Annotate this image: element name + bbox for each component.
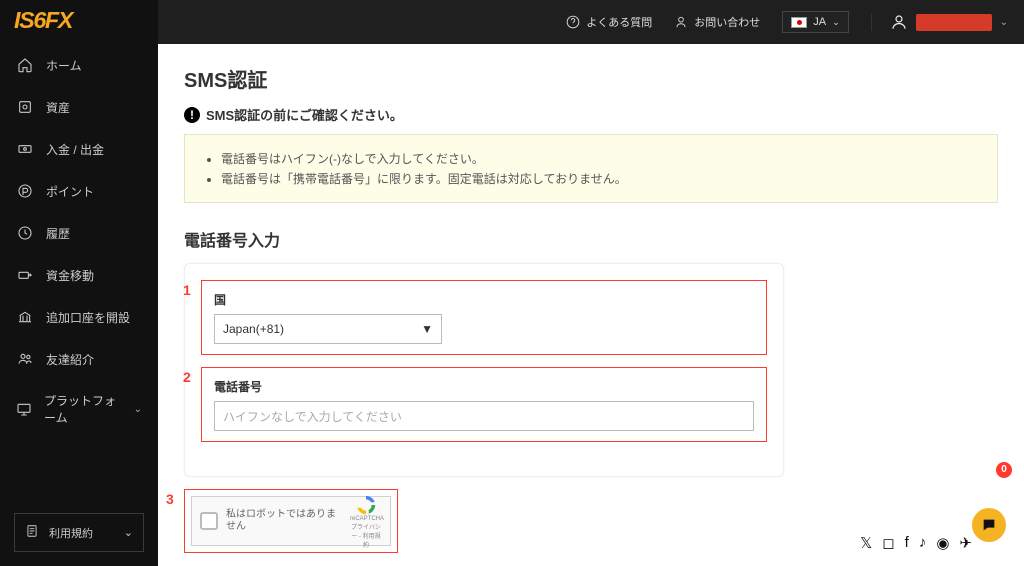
captcha-checkbox[interactable] bbox=[200, 512, 218, 530]
faq-label: よくある質問 bbox=[586, 14, 652, 30]
people-icon bbox=[16, 350, 34, 368]
user-menu[interactable]: ⌄ bbox=[871, 13, 1008, 31]
captcha-brand: reCAPTCHA bbox=[350, 516, 382, 522]
page-title: SMS認証 bbox=[184, 64, 998, 93]
svg-text:IS6FX: IS6FX bbox=[14, 8, 75, 33]
confirm-alert: ! SMS認証の前にご確認ください。 bbox=[184, 105, 998, 124]
phone-input[interactable]: ハイフンなしで入力してください bbox=[214, 401, 754, 431]
user-name-redacted bbox=[916, 14, 992, 31]
japan-flag-icon bbox=[791, 17, 807, 28]
tiktok-icon[interactable]: ♪ bbox=[919, 534, 927, 552]
main-content: SMS認証 ! SMS認証の前にご確認ください。 電話番号はハイフン(-)なしで… bbox=[158, 44, 1024, 566]
chat-icon bbox=[981, 517, 997, 533]
social-links: 𝕏 ◻ f ♪ ◉ ✈ bbox=[860, 534, 972, 552]
alert-text: SMS認証の前にご確認ください。 bbox=[206, 105, 403, 124]
nav-label: 資産 bbox=[46, 99, 70, 116]
contact-label: お問い合わせ bbox=[694, 14, 760, 30]
nav-home[interactable]: ホーム bbox=[0, 44, 158, 86]
money-icon bbox=[16, 140, 34, 158]
notice-item: 電話番号は「携帯電話番号」に限ります。固定電話は対応しておりません。 bbox=[221, 170, 981, 187]
facebook-icon[interactable]: f bbox=[905, 534, 909, 552]
step-number-2: 2 bbox=[183, 369, 191, 385]
nav-label: ホーム bbox=[46, 57, 82, 74]
nav-label: 利用規約 bbox=[49, 525, 93, 541]
nav-points[interactable]: ポイント bbox=[0, 170, 158, 212]
home-icon bbox=[16, 56, 34, 74]
x-twitter-icon[interactable]: 𝕏 bbox=[860, 534, 872, 552]
country-select[interactable]: Japan(+81) ▼ bbox=[214, 314, 442, 344]
nav-label: 追加口座を開設 bbox=[46, 309, 130, 326]
transfer-icon bbox=[16, 266, 34, 284]
chat-fab[interactable] bbox=[972, 508, 1006, 542]
nav-referral[interactable]: 友達紹介 bbox=[0, 338, 158, 380]
contact-link[interactable]: お問い合わせ bbox=[674, 14, 760, 30]
nav-terms[interactable]: 利用規約 ⌄ bbox=[14, 513, 144, 552]
instagram-icon[interactable]: ◻ bbox=[882, 534, 894, 552]
nav-open-account[interactable]: 追加口座を開設 bbox=[0, 296, 158, 338]
brand-logo: IS6FX bbox=[0, 0, 158, 44]
nav-assets[interactable]: 資産 bbox=[0, 86, 158, 128]
step-number-3: 3 bbox=[166, 491, 174, 507]
platform-icon bbox=[16, 400, 32, 418]
dropdown-triangle-icon: ▼ bbox=[421, 322, 433, 336]
nav-label: 入金 / 出金 bbox=[46, 141, 104, 158]
nav-label: 友達紹介 bbox=[46, 351, 94, 368]
main-nav: ホーム 資産 入金 / 出金 ポイント 履歴 資金移動 bbox=[0, 44, 158, 503]
nav-label: プラットフォーム bbox=[44, 392, 122, 426]
nav-platform[interactable]: プラットフォーム ⌄ bbox=[0, 380, 158, 438]
captcha-text: 私はロボットではありません bbox=[226, 509, 342, 533]
sidebar: IS6FX ホーム 資産 入金 / 出金 ポイント 履歴 bbox=[0, 0, 158, 566]
document-icon bbox=[25, 524, 39, 541]
phone-group: 電話番号 ハイフンなしで入力してください bbox=[201, 367, 767, 442]
nav-label: 履歴 bbox=[46, 225, 70, 242]
user-icon bbox=[890, 13, 908, 31]
country-label: 国 bbox=[214, 291, 754, 308]
history-icon bbox=[16, 224, 34, 242]
nav-label: ポイント bbox=[46, 183, 94, 200]
line-icon[interactable]: ◉ bbox=[936, 534, 949, 552]
notice-box: 電話番号はハイフン(-)なしで入力してください。 電話番号は「携帯電話番号」に限… bbox=[184, 134, 998, 203]
nav-history[interactable]: 履歴 bbox=[0, 212, 158, 254]
country-value: Japan(+81) bbox=[223, 322, 284, 336]
nav-fund-transfer[interactable]: 資金移動 bbox=[0, 254, 158, 296]
phone-placeholder: ハイフンなしで入力してください bbox=[223, 408, 402, 425]
section-title: 電話番号入力 bbox=[184, 227, 998, 251]
assets-icon bbox=[16, 98, 34, 116]
faq-link[interactable]: よくある質問 bbox=[566, 14, 652, 30]
bank-icon bbox=[16, 308, 34, 326]
support-icon bbox=[674, 15, 688, 29]
recaptcha-logo: reCAPTCHA プライバシー - 利用規約 bbox=[350, 494, 382, 549]
nav-label: 資金移動 bbox=[46, 267, 94, 284]
chevron-down-icon: ⌄ bbox=[134, 404, 142, 415]
lang-label: JA bbox=[813, 16, 826, 28]
chevron-down-icon: ⌄ bbox=[832, 17, 840, 28]
points-icon bbox=[16, 182, 34, 200]
notice-item: 電話番号はハイフン(-)なしで入力してください。 bbox=[221, 150, 981, 167]
language-selector[interactable]: JA ⌄ bbox=[782, 11, 848, 33]
phone-label: 電話番号 bbox=[214, 378, 754, 395]
topbar: よくある質問 お問い合わせ JA ⌄ ⌄ bbox=[158, 0, 1024, 44]
captcha-fineprint: プライバシー - 利用規約 bbox=[350, 522, 382, 549]
chevron-down-icon: ⌄ bbox=[1000, 17, 1008, 28]
telegram-icon[interactable]: ✈ bbox=[959, 534, 972, 552]
recaptcha-widget: 私はロボットではありません reCAPTCHA プライバシー - 利用規約 bbox=[191, 496, 391, 546]
chevron-down-icon: ⌄ bbox=[124, 526, 133, 539]
error-badge[interactable]: 0 bbox=[996, 462, 1012, 478]
country-group: 国 Japan(+81) ▼ bbox=[201, 280, 767, 355]
step-number-1: 1 bbox=[183, 282, 191, 298]
phone-entry-card: 1 国 Japan(+81) ▼ 2 電話番号 ハイフンなしで入力してください bbox=[184, 263, 784, 477]
help-icon bbox=[566, 15, 580, 29]
nav-deposit-withdraw[interactable]: 入金 / 出金 bbox=[0, 128, 158, 170]
alert-icon: ! bbox=[184, 107, 200, 123]
